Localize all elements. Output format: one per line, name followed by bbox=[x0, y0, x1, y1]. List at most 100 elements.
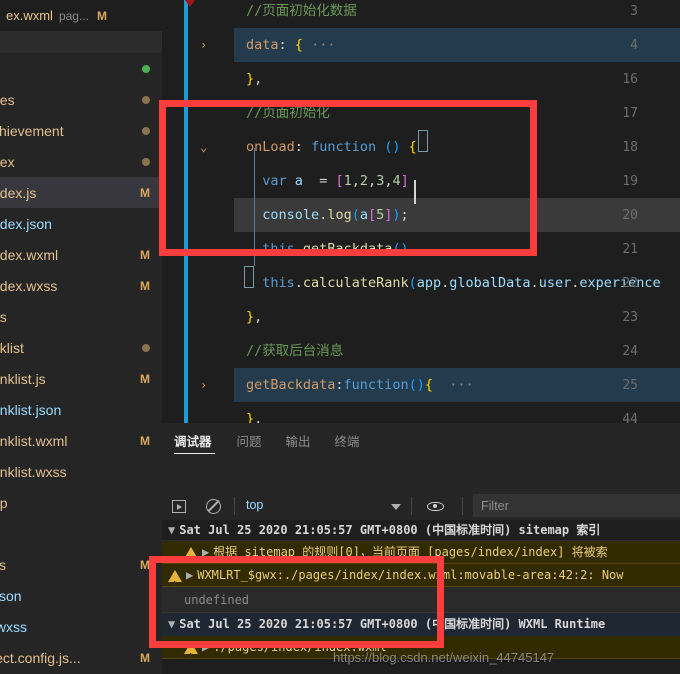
chevron-down-icon[interactable] bbox=[391, 504, 401, 510]
line-number: 3 bbox=[630, 4, 638, 19]
warning-icon bbox=[184, 547, 198, 563]
file-tree-item-label: anklist.js bbox=[0, 370, 46, 387]
clear-console-icon[interactable] bbox=[206, 499, 221, 514]
file-tree-item[interactable]: ndex.json bbox=[0, 208, 162, 239]
file-tree-item-label: ndex.wxss bbox=[0, 277, 58, 294]
code-editor[interactable]: //页面初始化数据 data: { ···},//页面初始化 onLoad: fun… bbox=[162, 0, 680, 423]
file-tree-item-status bbox=[142, 126, 150, 135]
panel-tab-0[interactable]: 调试器 bbox=[174, 431, 212, 450]
disclosure-triangle-icon[interactable]: ▶ bbox=[202, 541, 209, 563]
chevron-down-icon[interactable]: ⌄ bbox=[200, 140, 214, 154]
file-tree-item-status: M bbox=[140, 558, 150, 572]
eye-icon[interactable] bbox=[427, 502, 444, 511]
file-tree-item[interactable]: ndex.wxml M bbox=[0, 239, 162, 270]
breadcrumb bbox=[0, 31, 162, 53]
file-tree-item-status: M bbox=[140, 279, 150, 293]
file-tree-item-label: ndex.json bbox=[0, 215, 52, 232]
modified-badge: M bbox=[140, 433, 150, 448]
filterbar-divider-2 bbox=[411, 497, 412, 515]
file-tree-item[interactable]: ject.config.js... M bbox=[0, 642, 162, 673]
file-tree-item-status: M bbox=[140, 651, 150, 665]
console-context-select[interactable]: top bbox=[246, 498, 263, 512]
file-tree-item[interactable]: g bbox=[0, 53, 162, 84]
editor-tab-modified-badge: M bbox=[96, 8, 107, 23]
chevron-right-icon[interactable]: › bbox=[200, 38, 214, 52]
file-tree-item[interactable]: anklist.json bbox=[0, 394, 162, 425]
file-tree-item-label: .js bbox=[0, 556, 6, 573]
file-tree-item-label: anklist.wxss bbox=[0, 463, 67, 480]
file-tree-item[interactable]: chievement bbox=[0, 115, 162, 146]
disclosure-triangle-icon[interactable]: ▼ bbox=[168, 520, 175, 540]
file-tree-item[interactable]: .js M bbox=[0, 549, 162, 580]
modified-badge: M bbox=[140, 557, 150, 572]
console-row[interactable]: ▼ Sat Jul 25 2020 21:05:57 GMT+0800 (中国标准… bbox=[162, 520, 680, 541]
file-tree-item-status bbox=[142, 343, 150, 352]
text-caret bbox=[414, 180, 416, 204]
chevron-right-icon[interactable]: › bbox=[200, 378, 214, 392]
matching-brace-open bbox=[418, 130, 428, 152]
console-filter-placeholder: Filter bbox=[481, 499, 509, 513]
file-tree-item[interactable]: anklist.wxss bbox=[0, 456, 162, 487]
warning-icon bbox=[168, 570, 182, 586]
file-tree-item[interactable]: op bbox=[0, 487, 162, 518]
file-tree-item[interactable]: .wxss bbox=[0, 611, 162, 642]
execute-icon[interactable] bbox=[172, 500, 186, 513]
status-dot-icon bbox=[142, 126, 150, 135]
editor-gutter bbox=[162, 0, 234, 423]
modified-badge: M bbox=[140, 247, 150, 262]
disclosure-triangle-icon[interactable]: ▶ bbox=[186, 564, 193, 586]
editor-tab-active[interactable]: ex.wxml pag... M bbox=[0, 0, 162, 31]
console-row[interactable]: ▶ WXMLRT_$gwx:./pages/index/index.wxml:mo… bbox=[162, 564, 680, 587]
console-row[interactable]: ▼ Sat Jul 25 2020 21:05:57 GMT+0800 (中国标准… bbox=[162, 613, 680, 636]
status-dot-icon bbox=[142, 95, 150, 104]
panel-tab-3[interactable]: 终端 bbox=[335, 431, 360, 450]
file-tree[interactable]: g ges chievement dex ndex.js Mndex.json ndex.w… bbox=[0, 53, 162, 674]
file-tree-item[interactable]: anklist.wxml M bbox=[0, 425, 162, 456]
file-tree-item[interactable]: .json bbox=[0, 580, 162, 611]
file-tree-item[interactable]: ndex.wxss M bbox=[0, 270, 162, 301]
console-filter-bar: top Filter bbox=[162, 492, 680, 521]
panel-tab-1[interactable]: 问题 bbox=[237, 431, 262, 450]
console-row[interactable]: ▶ 根据 sitemap 的规则[0]，当前页面 [pages/index/ind… bbox=[162, 541, 680, 564]
file-tree-item[interactable]: anklist.js M bbox=[0, 363, 162, 394]
file-tree-item-label: anklist.json bbox=[0, 401, 62, 418]
disclosure-triangle-icon[interactable]: ▼ bbox=[168, 613, 175, 636]
file-tree-item-label: op bbox=[0, 494, 8, 511]
file-tree-item-label: ndex.js bbox=[0, 184, 37, 201]
devtools-tabbar: ➤ ConsoleSourcesNetworkSecurityMockAppDa… bbox=[162, 458, 680, 520]
console-row-text: Sat Jul 25 2020 21:05:57 GMT+0800 (中国标准时… bbox=[179, 523, 601, 537]
line-number: 22 bbox=[622, 276, 638, 291]
filterbar-divider-1 bbox=[234, 497, 235, 515]
warning-icon bbox=[184, 642, 198, 658]
file-tree-item-status: M bbox=[140, 372, 150, 386]
status-dot-icon bbox=[142, 64, 150, 73]
file-tree-item[interactable]: ndex.js M bbox=[0, 177, 162, 208]
file-tree-item-label: dex bbox=[0, 153, 15, 170]
file-tree-item-status: M bbox=[140, 248, 150, 262]
file-tree-item[interactable]: dex bbox=[0, 146, 162, 177]
console-row-text: undefined bbox=[184, 593, 250, 607]
line-number: 25 bbox=[622, 378, 638, 393]
panel-tab-2[interactable]: 输出 bbox=[286, 431, 311, 450]
line-number: 44 bbox=[622, 412, 638, 423]
file-tree-item-status bbox=[142, 157, 150, 166]
panel-tabbar: 调试器 问题 输出 终端 bbox=[162, 423, 680, 458]
modified-badge: M bbox=[140, 278, 150, 293]
file-tree-item-status: M bbox=[140, 186, 150, 200]
change-indicator-marker bbox=[185, 0, 195, 7]
file-tree-item[interactable]: nklist bbox=[0, 332, 162, 363]
line-number: 17 bbox=[622, 106, 638, 121]
indent-guide bbox=[254, 148, 255, 266]
modified-badge: M bbox=[140, 650, 150, 665]
console-row[interactable]: undefined bbox=[162, 587, 680, 613]
status-dot-icon bbox=[142, 157, 150, 166]
disclosure-triangle-icon[interactable]: ▶ bbox=[202, 636, 209, 658]
line-number: 21 bbox=[622, 242, 638, 257]
modified-badge: M bbox=[140, 371, 150, 386]
console-row-text: 根据 sitemap 的规则[0]，当前页面 [pages/index/inde… bbox=[213, 545, 608, 559]
file-tree-item-status bbox=[142, 64, 150, 73]
file-tree-item-status bbox=[142, 95, 150, 104]
file-tree-item[interactable]: gs bbox=[0, 301, 162, 332]
file-tree-item[interactable]: ges bbox=[0, 84, 162, 115]
file-tree-item[interactable]: s bbox=[0, 518, 162, 549]
